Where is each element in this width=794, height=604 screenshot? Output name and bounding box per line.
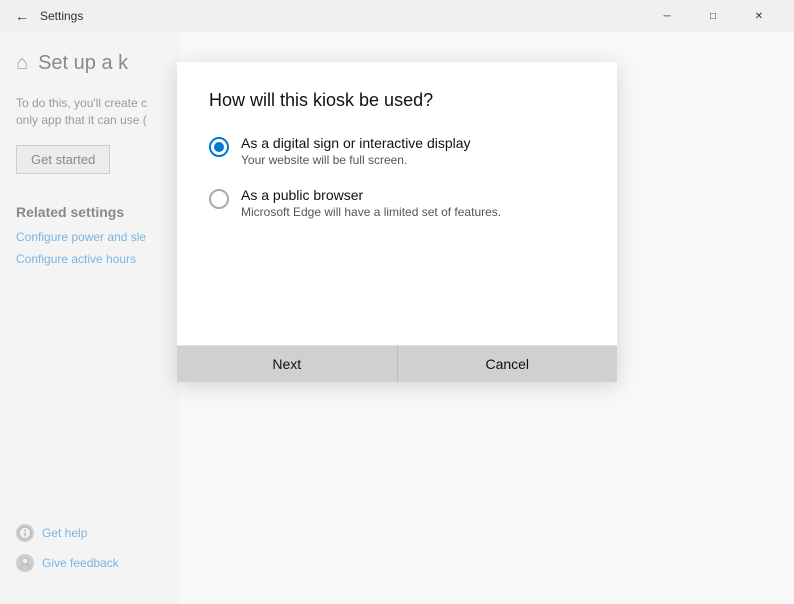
maximize-button[interactable]: □ — [690, 0, 736, 32]
title-bar: ← Settings ─ □ ✕ — [0, 0, 794, 32]
option1-desc: Your website will be full screen. — [241, 153, 471, 167]
option2-label: As a public browser — [241, 187, 501, 203]
dialog-body: How will this kiosk be used? As a digita… — [177, 62, 617, 345]
radio-inner-1 — [214, 142, 224, 152]
next-button[interactable]: Next — [177, 346, 398, 382]
option2-text: As a public browser Microsoft Edge will … — [241, 187, 501, 219]
close-button[interactable]: ✕ — [736, 0, 782, 32]
radio-public-browser[interactable] — [209, 189, 229, 209]
radio-digital-sign[interactable] — [209, 137, 229, 157]
dialog-title: How will this kiosk be used? — [209, 90, 585, 111]
title-bar-controls: ─ □ ✕ — [644, 0, 782, 32]
option-public-browser[interactable]: As a public browser Microsoft Edge will … — [209, 187, 585, 219]
dialog: How will this kiosk be used? As a digita… — [177, 62, 617, 382]
cancel-button[interactable]: Cancel — [398, 346, 618, 382]
option1-text: As a digital sign or interactive display… — [241, 135, 471, 167]
minimize-button[interactable]: ─ — [644, 0, 690, 32]
dialog-footer: Next Cancel — [177, 345, 617, 382]
option1-label: As a digital sign or interactive display — [241, 135, 471, 151]
option-digital-sign[interactable]: As a digital sign or interactive display… — [209, 135, 585, 167]
back-button[interactable]: ← — [12, 6, 32, 26]
title-bar-left: ← Settings — [12, 6, 83, 26]
title-bar-title: Settings — [40, 9, 83, 23]
dialog-backdrop: How will this kiosk be used? As a digita… — [0, 32, 794, 604]
option2-desc: Microsoft Edge will have a limited set o… — [241, 205, 501, 219]
